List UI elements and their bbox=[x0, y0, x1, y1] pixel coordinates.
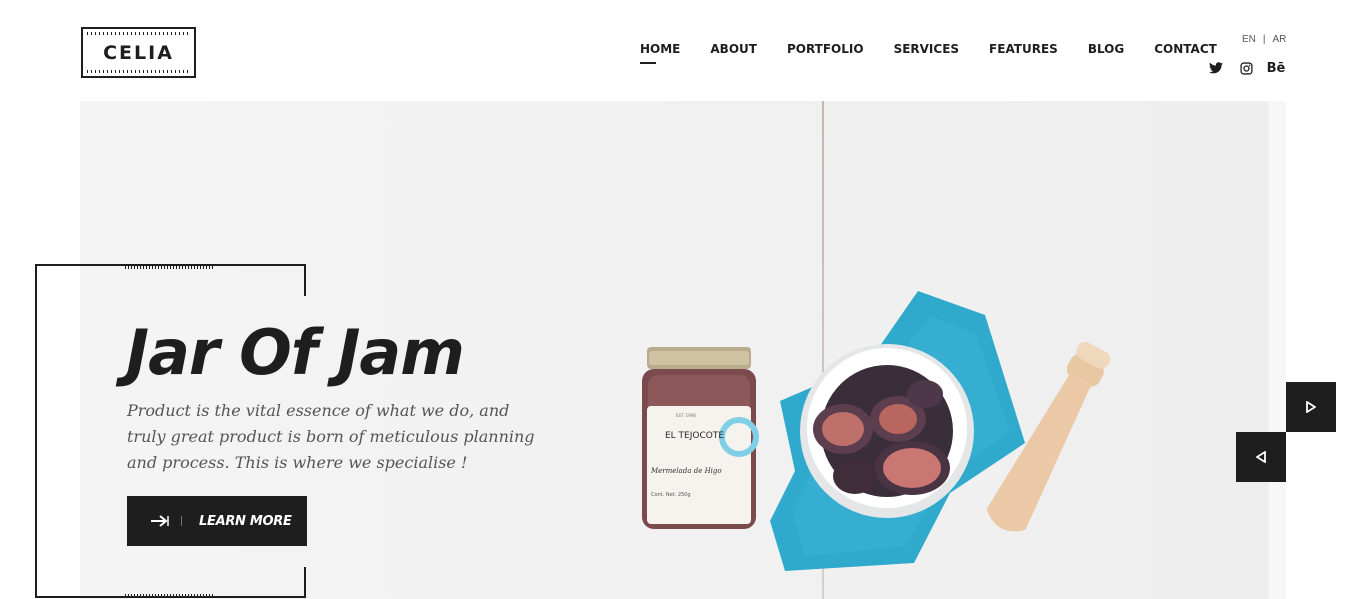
svg-text:EST. 1998: EST. 1998 bbox=[676, 413, 696, 418]
slider-next-button[interactable] bbox=[1286, 382, 1336, 432]
instagram-icon[interactable] bbox=[1238, 60, 1254, 76]
learn-more-button[interactable]: LEARN MORE bbox=[127, 496, 307, 546]
social-links: Bē bbox=[1208, 60, 1286, 76]
nav-features[interactable]: FEATURES bbox=[989, 42, 1058, 56]
play-next-icon bbox=[1306, 401, 1316, 413]
behance-icon[interactable]: Bē bbox=[1267, 60, 1286, 76]
hero-edge bbox=[1269, 101, 1286, 599]
language-switcher: EN | AR bbox=[1242, 34, 1286, 45]
arrow-right-icon bbox=[151, 515, 169, 527]
learn-more-label: LEARN MORE bbox=[199, 513, 292, 529]
play-prev-icon bbox=[1256, 451, 1266, 463]
slider-prev-button[interactable] bbox=[1236, 432, 1286, 482]
nav-home[interactable]: HOME bbox=[640, 42, 680, 64]
nav-services[interactable]: SERVICES bbox=[894, 42, 959, 56]
frame-ticks-top bbox=[125, 266, 215, 269]
main-nav: HOME ABOUT PORTFOLIO SERVICES FEATURES B… bbox=[640, 42, 1217, 64]
svg-text:Cont. Net. 250g: Cont. Net. 250g bbox=[651, 492, 691, 498]
nav-blog[interactable]: BLOG bbox=[1088, 42, 1124, 56]
lang-en[interactable]: EN bbox=[1242, 34, 1256, 45]
frame-ticks-bottom bbox=[125, 594, 215, 597]
frame-corner-top bbox=[304, 264, 306, 296]
frame-corner-bottom bbox=[304, 567, 306, 598]
site-logo[interactable]: CELIA bbox=[81, 27, 196, 78]
nav-about[interactable]: ABOUT bbox=[710, 42, 757, 56]
lang-separator: | bbox=[1262, 34, 1266, 45]
hero-description: Product is the vital essence of what we … bbox=[127, 401, 535, 472]
button-divider bbox=[181, 516, 182, 526]
logo-text: CELIA bbox=[103, 41, 174, 64]
twitter-icon[interactable] bbox=[1208, 60, 1224, 76]
hero-title: Jar Of Jam bbox=[126, 316, 465, 389]
lang-ar[interactable]: AR bbox=[1273, 34, 1287, 45]
nav-portfolio[interactable]: PORTFOLIO bbox=[787, 42, 864, 56]
nav-contact[interactable]: CONTACT bbox=[1154, 42, 1217, 56]
svg-text:Mermelada de Higo: Mermelada de Higo bbox=[650, 467, 722, 475]
svg-text:EL TEJOCOTE: EL TEJOCOTE bbox=[665, 431, 724, 441]
